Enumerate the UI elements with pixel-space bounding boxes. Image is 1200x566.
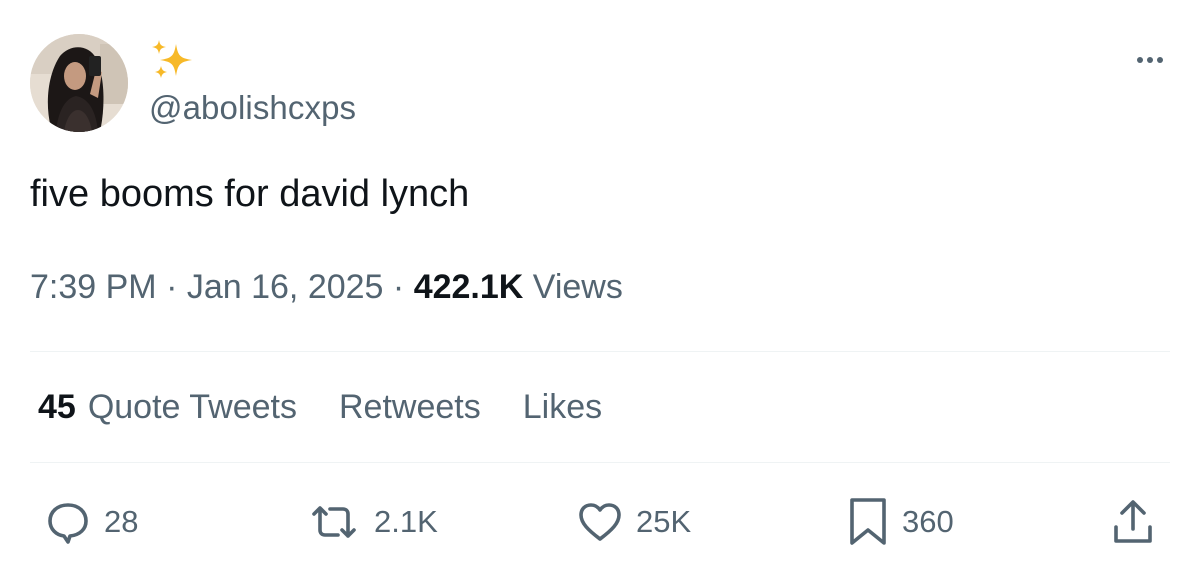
avatar[interactable] [30, 34, 128, 132]
retweets-link[interactable]: Retweets [339, 384, 481, 430]
retweet-count: 2.1K [374, 504, 438, 539]
tweet-detail: @abolishcxps five booms for david lynch … [0, 0, 1200, 566]
likes-link[interactable]: Likes [523, 384, 602, 430]
divider [30, 462, 1170, 463]
bookmark-button[interactable]: 360 [846, 492, 954, 552]
like-count: 25K [636, 504, 692, 539]
views-count: 422.1K [413, 268, 524, 306]
share-icon [1114, 500, 1152, 543]
more-options-icon[interactable] [1130, 46, 1170, 74]
heart-icon [579, 503, 621, 541]
bookmark-icon [850, 498, 886, 545]
tweet-stats: 45 Quote Tweets Retweets Likes [38, 384, 602, 430]
tweet-date[interactable]: Jan 16, 2025 [187, 268, 384, 306]
reply-count: 28 [104, 504, 139, 539]
more-dot [1157, 57, 1163, 63]
views-label: Views [523, 268, 623, 306]
display-name-sparkles-icon[interactable] [150, 38, 196, 84]
sparkles-icon [152, 40, 192, 78]
reply-button[interactable]: 28 [44, 492, 138, 552]
user-handle[interactable]: @abolishcxps [149, 86, 356, 130]
tweet-meta: 7:39 PM · Jan 16, 2025 · 422.1K Views [30, 264, 623, 310]
meta-separator: · [156, 268, 187, 306]
retweet-button[interactable]: 2.1K [306, 492, 438, 552]
reply-icon [48, 503, 88, 544]
retweet-icon [312, 506, 356, 538]
more-dot [1137, 57, 1143, 63]
tweet-time[interactable]: 7:39 PM [30, 268, 157, 306]
divider [30, 351, 1170, 352]
share-button[interactable] [1110, 492, 1156, 552]
tweet-text: five booms for david lynch [30, 173, 470, 215]
like-button[interactable]: 25K [576, 492, 691, 552]
more-dot [1147, 57, 1153, 63]
meta-separator: · [383, 268, 414, 306]
avatar-photo [30, 34, 128, 132]
quote-label: Quote Tweets [87, 388, 297, 426]
quote-count: 45 [38, 388, 76, 426]
quote-tweets-link[interactable]: 45 Quote Tweets [38, 384, 297, 430]
bookmark-count: 360 [902, 504, 954, 539]
action-bar: 28 2.1K 25K 360 [0, 492, 1200, 552]
